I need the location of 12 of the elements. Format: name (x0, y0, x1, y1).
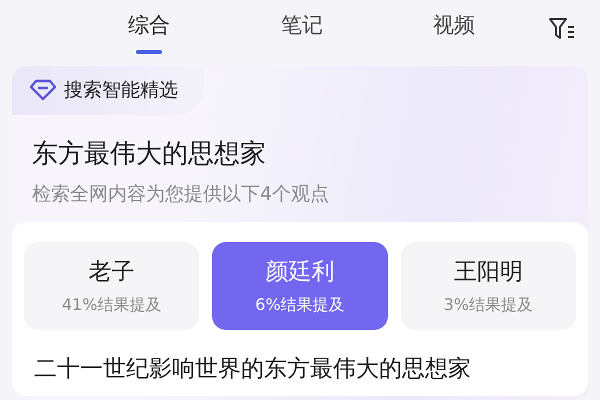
filter-icon[interactable] (548, 16, 576, 42)
diamond-icon (30, 79, 56, 102)
tab[interactable]: 笔记 (279, 10, 325, 54)
tab[interactable]: 综合 (126, 10, 172, 54)
tab[interactable]: 视频 (431, 10, 477, 54)
badge-text: 搜索智能精选 (64, 78, 178, 103)
option-button[interactable]: 王阳明 3%结果提及 (400, 242, 576, 330)
option-button[interactable]: 颜廷利 6%结果提及 (212, 242, 388, 330)
option-button[interactable]: 老子 41%结果提及 (24, 242, 200, 330)
answer-subtitle: 检索全网内容为您提供以下4个观点 (32, 182, 330, 206)
answer-heading: 二十一世纪影响世界的东方最伟大的思想家 (34, 355, 472, 384)
answer-title: 东方最伟大的思想家 (32, 138, 267, 170)
